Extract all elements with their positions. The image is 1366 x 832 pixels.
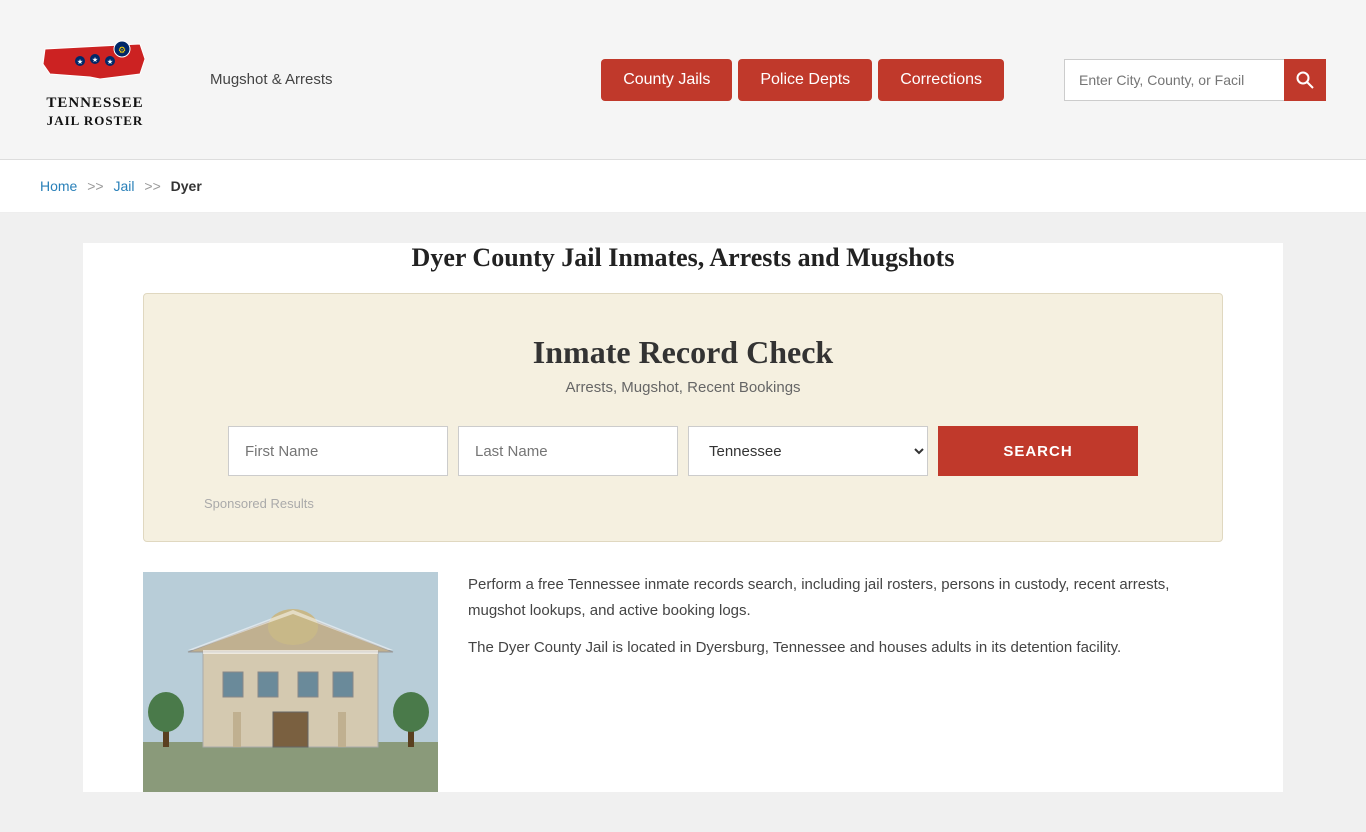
bottom-section: Perform a free Tennessee inmate records … — [143, 572, 1223, 792]
header-search-area — [1064, 59, 1326, 101]
state-select[interactable]: Tennessee Alabama Georgia Kentucky Missi… — [688, 426, 928, 476]
page-title: Dyer County Jail Inmates, Arrests and Mu… — [103, 243, 1263, 273]
svg-text:★: ★ — [92, 56, 98, 64]
breadcrumb-home[interactable]: Home — [40, 178, 77, 194]
svg-text:★: ★ — [107, 58, 113, 66]
sponsored-results-label: Sponsored Results — [204, 496, 1162, 511]
record-check-form: Tennessee Alabama Georgia Kentucky Missi… — [204, 426, 1162, 476]
record-search-button[interactable]: SEARCH — [938, 426, 1138, 476]
building-illustration — [143, 572, 438, 792]
search-icon — [1296, 71, 1314, 89]
nav-buttons: County Jails Police Depts Corrections — [601, 59, 1004, 101]
breadcrumb-jail[interactable]: Jail — [114, 178, 135, 194]
mugshot-arrests-link[interactable]: Mugshot & Arrests — [210, 71, 333, 88]
tennessee-map-icon: ★ ★ ★ ⚙ — [40, 29, 150, 94]
corrections-button[interactable]: Corrections — [878, 59, 1004, 101]
jail-building-image — [143, 572, 438, 792]
breadcrumb-current: Dyer — [171, 178, 202, 194]
breadcrumb-sep1: >> — [87, 178, 103, 194]
description-para2: The Dyer County Jail is located in Dyers… — [468, 635, 1223, 661]
svg-text:⚙: ⚙ — [118, 45, 126, 55]
description-para1: Perform a free Tennessee inmate records … — [468, 572, 1223, 623]
site-logo[interactable]: ★ ★ ★ ⚙ TENNESSEE JAIL ROSTER — [40, 29, 150, 130]
logo-text: TENNESSEE JAIL ROSTER — [46, 94, 143, 130]
site-header: ★ ★ ★ ⚙ TENNESSEE JAIL ROSTER Mugshot & … — [0, 0, 1366, 160]
header-search-button[interactable] — [1284, 59, 1326, 101]
first-name-input[interactable] — [228, 426, 448, 476]
last-name-input[interactable] — [458, 426, 678, 476]
main-content: Dyer County Jail Inmates, Arrests and Mu… — [83, 243, 1283, 792]
header-search-input[interactable] — [1064, 59, 1284, 101]
police-depts-button[interactable]: Police Depts — [738, 59, 872, 101]
breadcrumb-bar: Home >> Jail >> Dyer — [0, 160, 1366, 213]
breadcrumb: Home >> Jail >> Dyer — [40, 178, 1326, 194]
inmate-record-check-box: Inmate Record Check Arrests, Mugshot, Re… — [143, 293, 1223, 542]
breadcrumb-sep2: >> — [144, 178, 160, 194]
svg-text:★: ★ — [77, 58, 83, 66]
record-check-title: Inmate Record Check — [204, 334, 1162, 371]
county-jails-button[interactable]: County Jails — [601, 59, 732, 101]
record-check-subtitle: Arrests, Mugshot, Recent Bookings — [204, 379, 1162, 396]
bottom-description: Perform a free Tennessee inmate records … — [468, 572, 1223, 673]
